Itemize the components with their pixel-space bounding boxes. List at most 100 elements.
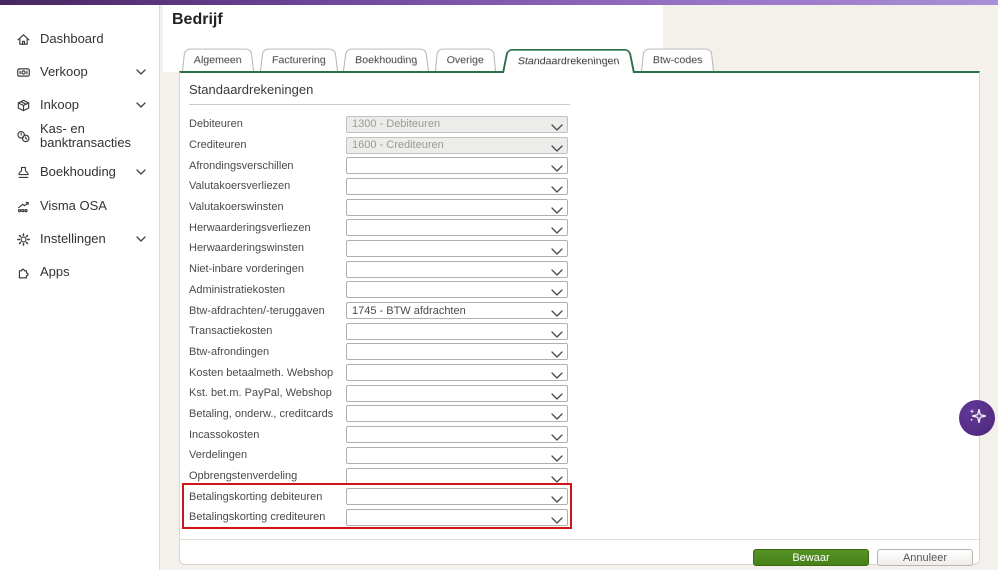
sidebar-item-dashboard[interactable]: Dashboard xyxy=(0,28,160,50)
tab-overige[interactable]: Overige xyxy=(435,48,496,71)
field-label: Betaling, onderw., creditcards xyxy=(189,407,334,420)
field-label: Debiteuren xyxy=(189,118,243,131)
tab-btw-codes[interactable]: Btw-codes xyxy=(641,48,715,71)
sidebar-item-visma-osa[interactable]: Visma OSA xyxy=(0,195,160,217)
stamp-icon xyxy=(16,165,31,180)
account-select[interactable] xyxy=(346,260,568,278)
select-chevron-icon xyxy=(551,225,563,234)
sidebar-item-label: Inkoop xyxy=(40,97,80,112)
form-row: Btw-afdrachten/-teruggaven 1745 - BTW afd… xyxy=(189,300,570,321)
form-row: Valutakoerswinsten xyxy=(189,197,570,218)
form-row: Herwaarderingswinsten xyxy=(189,238,570,259)
sidebar-item-instellingen[interactable]: Instellingen xyxy=(0,228,160,250)
page-title: Bedrijf xyxy=(172,11,223,28)
sidebar-item-label: Visma OSA xyxy=(40,198,107,213)
select-chevron-icon xyxy=(551,329,563,338)
account-select[interactable] xyxy=(346,343,568,361)
form-row: Afrondingsverschillen xyxy=(189,155,570,176)
account-select[interactable] xyxy=(346,219,568,237)
account-select[interactable] xyxy=(346,157,568,175)
form-rows: Debiteuren 1300 - Debiteuren Crediteuren 16… xyxy=(189,114,570,528)
form-row: Kosten betaalmeth. Webshop xyxy=(189,362,570,383)
field-label: Herwaarderingsverliezen xyxy=(189,221,311,234)
select-chevron-icon xyxy=(551,246,563,255)
account-select[interactable] xyxy=(346,467,568,485)
sidebar-item-label: Boekhouding xyxy=(40,164,116,179)
field-label: Valutakoersverliezen xyxy=(189,180,291,193)
select-chevron-icon xyxy=(551,308,563,317)
field-label: Herwaarderingswinsten xyxy=(189,242,304,255)
select-chevron-icon xyxy=(551,474,563,483)
account-select[interactable] xyxy=(346,322,568,340)
form-row: Crediteuren 1600 - Crediteuren xyxy=(189,135,570,156)
select-chevron-icon xyxy=(551,411,563,421)
form-row: Verdelingen xyxy=(189,445,570,466)
sidebar-item-label: Dashboard xyxy=(40,31,104,46)
account-select[interactable] xyxy=(346,177,568,195)
form-row: Herwaarderingsverliezen xyxy=(189,217,570,238)
sidebar-item-label: Apps xyxy=(40,264,70,279)
home-icon xyxy=(16,32,31,47)
account-select[interactable] xyxy=(346,239,568,257)
sidebar-item-kas-en-banktransacties[interactable]: Kas- en banktransacties xyxy=(0,121,160,151)
package-icon xyxy=(16,98,31,113)
select-chevron-icon xyxy=(551,432,563,441)
form-row: Niet-inbare vorderingen xyxy=(189,259,570,280)
field-label: Afrondingsverschillen xyxy=(189,159,294,172)
tab-facturering[interactable]: Facturering xyxy=(259,48,338,71)
field-label: Niet-inbare vorderingen xyxy=(189,263,304,276)
sidebar-item-inkoop[interactable]: Inkoop xyxy=(0,94,160,116)
field-label: Transactiekosten xyxy=(189,325,273,338)
field-label: Opbrengstenverdeling xyxy=(189,470,298,483)
chevron-down-icon xyxy=(136,236,146,242)
account-select[interactable]: 1300 - Debiteuren xyxy=(346,115,568,133)
account-select[interactable] xyxy=(346,281,568,299)
account-select[interactable]: 1600 - Crediteuren xyxy=(346,136,568,154)
tab-bar: Algemeen Facturering Boekhouding Overige Sta… xyxy=(182,47,715,73)
select-value: 1745 - BTW afdrachten xyxy=(352,304,466,317)
chart-icon xyxy=(16,199,31,214)
select-chevron-icon xyxy=(551,267,563,276)
select-chevron-icon xyxy=(551,370,563,379)
banknote-icon xyxy=(16,65,31,80)
form-row: Administratiekosten xyxy=(189,280,570,301)
section-title: Standaardrekeningen xyxy=(189,82,570,105)
account-select[interactable] xyxy=(346,198,568,216)
field-label: Btw-afdrachten/-teruggaven xyxy=(189,304,325,317)
account-select[interactable]: 1745 - BTW afdrachten xyxy=(346,302,568,320)
chevron-down-icon xyxy=(136,69,146,75)
select-chevron-icon xyxy=(551,122,563,131)
account-select[interactable] xyxy=(346,384,568,402)
select-chevron-icon xyxy=(551,205,563,214)
account-select[interactable] xyxy=(346,405,568,423)
highlight-annotation-box xyxy=(182,483,572,529)
sidebar-item-verkoop[interactable]: Verkoop xyxy=(0,61,160,83)
sidebar-item-label: Kas- en banktransacties xyxy=(40,121,132,150)
save-button[interactable]: Bewaar xyxy=(753,549,869,566)
sparkles-icon xyxy=(967,406,987,431)
field-label: Valutakoerswinsten xyxy=(189,201,284,214)
select-chevron-icon xyxy=(551,184,563,193)
sidebar-item-label: Instellingen xyxy=(40,231,106,246)
account-select[interactable] xyxy=(346,446,568,464)
footer-divider xyxy=(180,539,979,540)
tab-standaardrekeningen[interactable]: Standaardrekeningen xyxy=(501,48,636,73)
account-select[interactable] xyxy=(346,364,568,382)
account-select[interactable] xyxy=(346,426,568,444)
sidebar: Dashboard Verkoop Inkoop Kas- en banktransa… xyxy=(0,5,160,570)
tab-algemeen[interactable]: Algemeen xyxy=(182,48,254,71)
sidebar-item-apps[interactable]: Apps xyxy=(0,261,160,283)
field-label: Btw-afrondingen xyxy=(189,345,270,358)
form-row: Kst. bet.m. PayPal, Webshop xyxy=(189,383,570,404)
coins-icon xyxy=(16,129,31,144)
form-row: Incassokosten xyxy=(189,424,570,445)
cancel-button[interactable]: Annuleer xyxy=(877,549,973,566)
sidebar-item-boekhouding[interactable]: Boekhouding xyxy=(0,161,160,183)
assistant-fab-button[interactable] xyxy=(959,400,995,436)
select-chevron-icon xyxy=(551,143,563,152)
form-row: Btw-afrondingen xyxy=(189,342,570,363)
form-row: Debiteuren 1300 - Debiteuren xyxy=(189,114,570,135)
tab-boekhouding[interactable]: Boekhouding xyxy=(343,48,430,71)
puzzle-icon xyxy=(16,265,31,280)
field-label: Administratiekosten xyxy=(189,283,285,296)
